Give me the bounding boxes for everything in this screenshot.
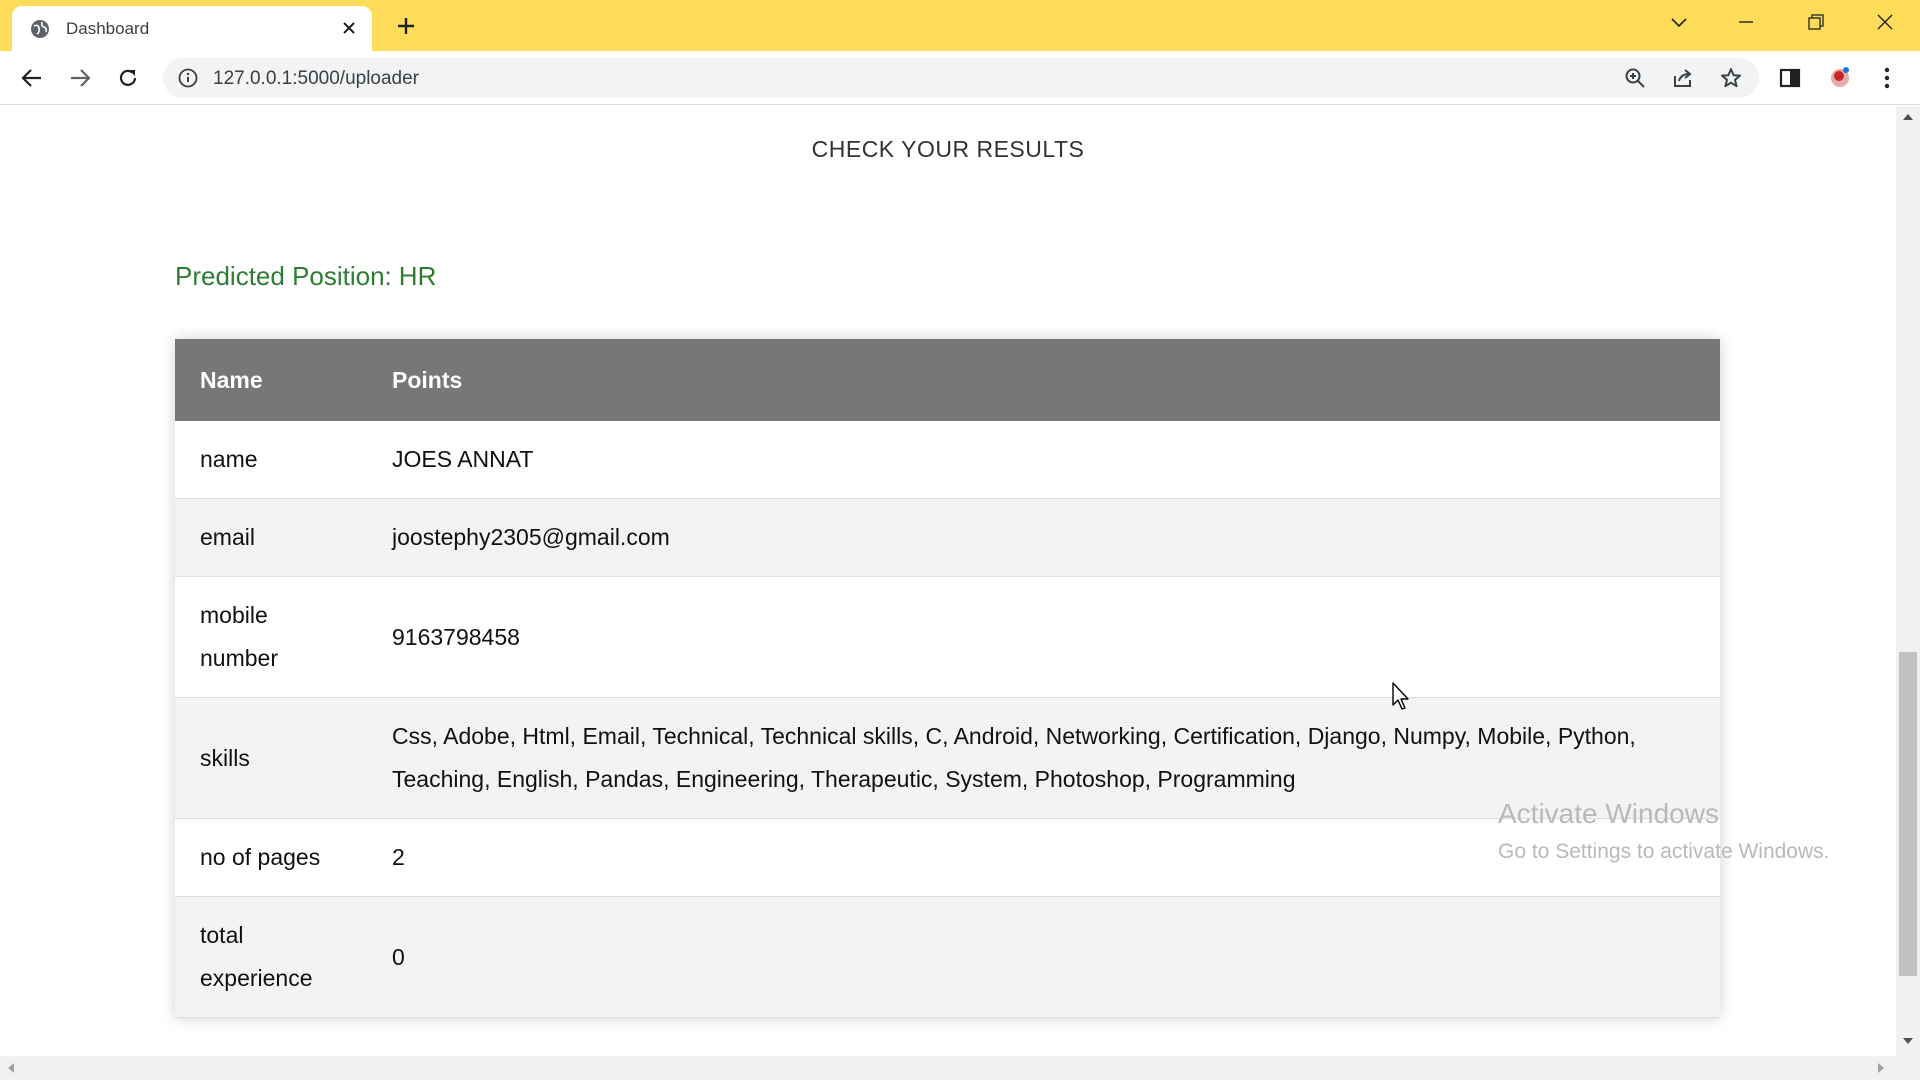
scroll-right-arrow-icon[interactable] [1878,1063,1884,1073]
row-key-total-experience: total experience [175,896,367,1018]
forward-arrow-icon[interactable] [63,61,97,95]
row-value-total-experience: 0 [367,896,1720,1018]
page-title: CHECK YOUR RESULTS [811,136,1085,162]
predicted-position: Predicted Position: HR [175,261,436,292]
browser-tab[interactable]: Dashboard [12,6,372,51]
side-panel-icon[interactable] [1776,64,1804,92]
row-key-no-of-pages: no of pages [175,818,367,897]
scroll-down-arrow-icon[interactable] [1903,1038,1913,1044]
star-icon[interactable] [1719,66,1743,90]
minimize-icon[interactable] [1723,6,1769,38]
tab-title: Dashboard [66,19,150,38]
kebab-menu-icon[interactable] [1873,64,1901,92]
info-icon[interactable] [177,67,199,89]
restore-icon[interactable] [1793,6,1839,38]
row-key-name: name [175,421,367,499]
profile-icon[interactable] [1826,64,1854,92]
plus-icon[interactable] [392,12,420,40]
table-row: mobile number 9163798458 [175,576,1720,698]
scroll-left-arrow-icon[interactable] [8,1063,14,1073]
horizontal-scrollbar[interactable] [0,1056,1920,1080]
horizontal-scroll-track[interactable] [20,1063,1880,1073]
page-viewport: CHECK YOUR RESULTS Predicted Position: HR… [0,106,1896,1056]
table-row: no of pages 2 [175,818,1720,897]
back-arrow-icon[interactable] [15,61,49,95]
row-value-name: JOES ANNAT [367,421,1720,499]
vertical-scrollbar[interactable] [1896,106,1920,1056]
row-key-skills: skills [175,697,367,819]
table-header-row: Name Points [175,339,1720,421]
reload-icon[interactable] [111,61,145,95]
row-key-email: email [175,498,367,577]
chevron-down-icon[interactable] [1656,6,1702,38]
activation-watermark-title: Activate Windows [1498,798,1719,829]
table-row: email joostephy2305@gmail.com [175,498,1720,577]
close-icon[interactable] [338,17,360,39]
mouse-cursor-icon [1392,682,1409,710]
tab-strip: Dashboard [0,0,1920,51]
column-header-name: Name [175,339,367,421]
globe-icon [31,20,49,38]
url-text[interactable]: 127.0.0.1:5000/uploader [213,68,419,90]
row-value-mobile-number: 9163798458 [367,576,1720,698]
predicted-position-label: Predicted Position: [175,261,392,291]
table-row: name JOES ANNAT [175,421,1720,499]
predicted-position-value: HR [398,261,437,291]
table-row: skills Css, Adobe, Html, Email, Technica… [175,697,1720,819]
scroll-up-arrow-icon[interactable] [1903,114,1913,120]
activation-watermark-subtitle: Go to Settings to activate Windows. [1498,840,1830,863]
address-bar[interactable]: 127.0.0.1:5000/uploader [163,58,1759,98]
row-value-email: joostephy2305@gmail.com [367,498,1720,577]
row-key-mobile-number: mobile number [175,576,367,698]
results-table: Name Points name JOES ANNAT email jooste… [175,339,1720,1018]
column-header-points: Points [367,339,1720,421]
table-row: total experience 0 [175,896,1720,1018]
browser-toolbar: 127.0.0.1:5000/uploader [0,51,1920,105]
zoom-icon[interactable] [1623,66,1647,90]
share-icon[interactable] [1671,66,1695,90]
vertical-scroll-thumb[interactable] [1899,652,1917,976]
window-close-icon[interactable] [1862,6,1908,38]
